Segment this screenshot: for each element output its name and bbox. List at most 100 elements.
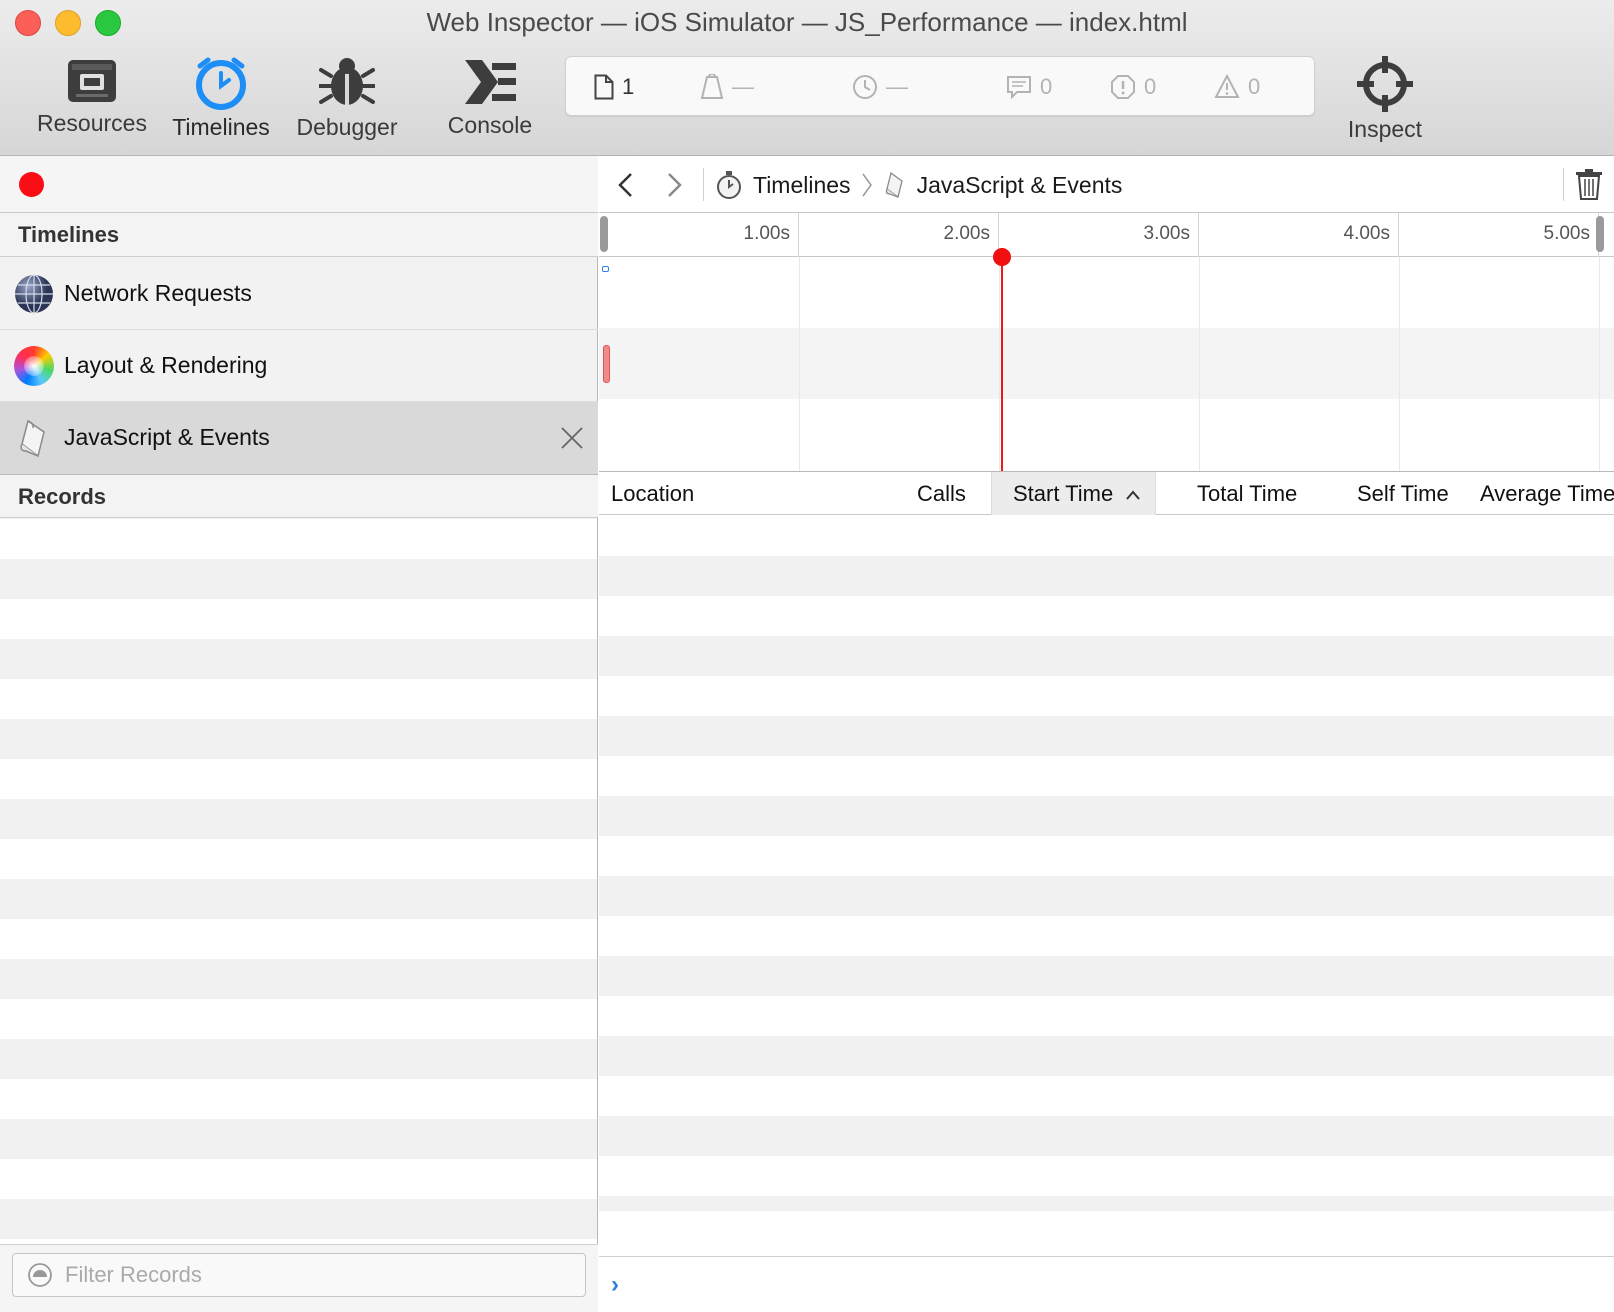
timeline-network-requests[interactable]: Network Requests	[0, 258, 598, 330]
window-title: Web Inspector — iOS Simulator — JS_Perfo…	[426, 7, 1188, 37]
warning-icon	[1214, 74, 1240, 98]
timelines-icon	[196, 57, 246, 110]
timeline-javascript-events-label: JavaScript & Events	[64, 424, 270, 450]
column-location[interactable]: Location	[611, 472, 694, 515]
inspect-label: Inspect	[1347, 116, 1423, 142]
dashboard-issues[interactable]: 0	[1214, 71, 1260, 103]
timeline-content: Timelines JavaScript & Events 1.00s 2.00…	[599, 156, 1614, 1312]
ruler-tick-label: 1.00s	[743, 223, 790, 244]
dashboard-errors[interactable]: 0	[1110, 71, 1156, 103]
error-icon	[1111, 75, 1135, 99]
tab-resources-label: Resources	[37, 110, 147, 136]
timeline-layout-rendering-label: Layout & Rendering	[64, 352, 268, 378]
network-globe-icon	[15, 273, 53, 314]
javascript-events-graph-row	[599, 399, 1614, 471]
dashboard-logs[interactable]: 0	[1006, 71, 1052, 103]
debugger-icon	[319, 58, 375, 105]
records-table-body	[599, 516, 1614, 1211]
crosshair-icon	[1357, 56, 1413, 112]
timeline-playhead	[1001, 248, 1003, 471]
log-message-icon	[1007, 76, 1031, 100]
script-scroll-icon	[20, 419, 45, 457]
column-average-time[interactable]: Average Time	[1480, 472, 1614, 515]
tab-console-label: Console	[447, 112, 533, 138]
resources-count-value: 1	[622, 74, 635, 99]
layout-record-marker	[603, 345, 610, 383]
tab-resources[interactable]: Resources	[30, 56, 154, 148]
ruler-tick: 5.00s	[1399, 213, 1599, 257]
resources-size-value: —	[732, 74, 754, 99]
ruler-tick-label: 4.00s	[1343, 223, 1390, 244]
load-time-value: —	[886, 74, 908, 99]
filter-placeholder: Filter Records	[65, 1262, 202, 1287]
clock-icon	[853, 75, 877, 99]
back-arrow-icon[interactable]	[615, 171, 637, 199]
ruler-tick-label: 2.00s	[943, 223, 990, 244]
filter-records-field[interactable]: Filter Records	[12, 1253, 586, 1297]
dashboard-resources-size[interactable]: —	[700, 71, 754, 103]
ruler-tick-label: 5.00s	[1543, 223, 1590, 244]
column-total-time[interactable]: Total Time	[1197, 472, 1297, 515]
records-list	[0, 519, 597, 1244]
breadcrumb: Timelines JavaScript & Events	[715, 168, 1122, 202]
column-calls[interactable]: Calls	[917, 472, 966, 515]
ruler-tick-label: 3.00s	[1143, 223, 1190, 244]
timeline-overview-graph[interactable]	[599, 257, 1614, 471]
time-ruler[interactable]: 1.00s 2.00s 3.00s 4.00s 5.00s	[599, 213, 1614, 257]
column-start-time-label: Start Time	[1013, 481, 1114, 506]
range-end-handle[interactable]	[1596, 216, 1604, 252]
close-icon[interactable]	[560, 426, 584, 450]
breadcrumb-timelines[interactable]: Timelines	[753, 172, 851, 199]
ruler-tick: 4.00s	[1199, 213, 1399, 257]
timeline-network-requests-label: Network Requests	[64, 280, 252, 306]
toolbar: Web Inspector — iOS Simulator — JS_Perfo…	[0, 0, 1614, 156]
timeline-javascript-events[interactable]: JavaScript & Events	[0, 402, 598, 474]
filter-bar: Filter Records	[0, 1244, 598, 1312]
ruler-tick: 3.00s	[999, 213, 1199, 257]
ruler-tick: 2.00s	[799, 213, 999, 257]
sort-ascending-icon	[1126, 490, 1141, 500]
playhead-handle[interactable]	[993, 248, 1011, 266]
records-table-header: Location Calls Start Time Total Time Sel…	[599, 471, 1614, 515]
records-section-header: Records	[0, 474, 598, 518]
dashboard-resources-count[interactable]: 1	[594, 71, 634, 103]
network-record-marker	[602, 266, 609, 272]
timeline-layout-rendering[interactable]: Layout & Rendering	[0, 330, 598, 402]
document-icon	[594, 74, 614, 100]
navigation-bar: Timelines JavaScript & Events	[599, 156, 1614, 213]
weight-icon	[700, 74, 724, 99]
logs-value: 0	[1040, 74, 1053, 99]
tab-timelines[interactable]: Timelines	[168, 56, 274, 148]
tab-debugger-label: Debugger	[296, 114, 398, 140]
web-inspector-window: Web Inspector — iOS Simulator — JS_Perfo…	[0, 0, 1614, 1312]
tab-timelines-label: Timelines	[172, 114, 270, 140]
record-bar	[0, 156, 598, 213]
filter-icon	[28, 1263, 52, 1287]
console-icon	[465, 60, 516, 104]
record-button[interactable]	[19, 172, 44, 197]
stopwatch-icon	[717, 171, 741, 199]
dashboard[interactable]: 1 — — 0 0 0	[565, 56, 1315, 116]
breadcrumb-separator-icon	[861, 173, 872, 197]
quick-console[interactable]: ›	[599, 1256, 1614, 1312]
forward-arrow-icon[interactable]	[663, 171, 685, 199]
breadcrumb-javascript-events[interactable]: JavaScript & Events	[917, 172, 1123, 199]
dashboard-load-time[interactable]: —	[852, 71, 908, 103]
layout-rendering-graph-row	[599, 328, 1614, 400]
timelines-sidebar: Timelines Network Requests Layout & Rend…	[0, 156, 598, 1312]
network-requests-graph-row	[599, 257, 1614, 329]
console-prompt-icon: ›	[611, 1271, 619, 1298]
tab-console[interactable]: Console	[440, 56, 540, 148]
column-start-time[interactable]: Start Time	[991, 472, 1155, 515]
errors-value: 0	[1144, 74, 1157, 99]
ruler-tick: 1.00s	[599, 213, 799, 257]
column-self-time[interactable]: Self Time	[1357, 472, 1449, 515]
inspect-button[interactable]: Inspect	[1340, 56, 1430, 148]
trash-icon[interactable]	[1574, 168, 1604, 200]
timelines-section-header: Timelines	[0, 213, 598, 257]
resources-icon	[68, 60, 116, 102]
script-scroll-icon	[885, 171, 903, 199]
color-wheel-icon	[14, 345, 54, 386]
issues-value: 0	[1248, 74, 1261, 99]
tab-debugger[interactable]: Debugger	[290, 56, 404, 148]
